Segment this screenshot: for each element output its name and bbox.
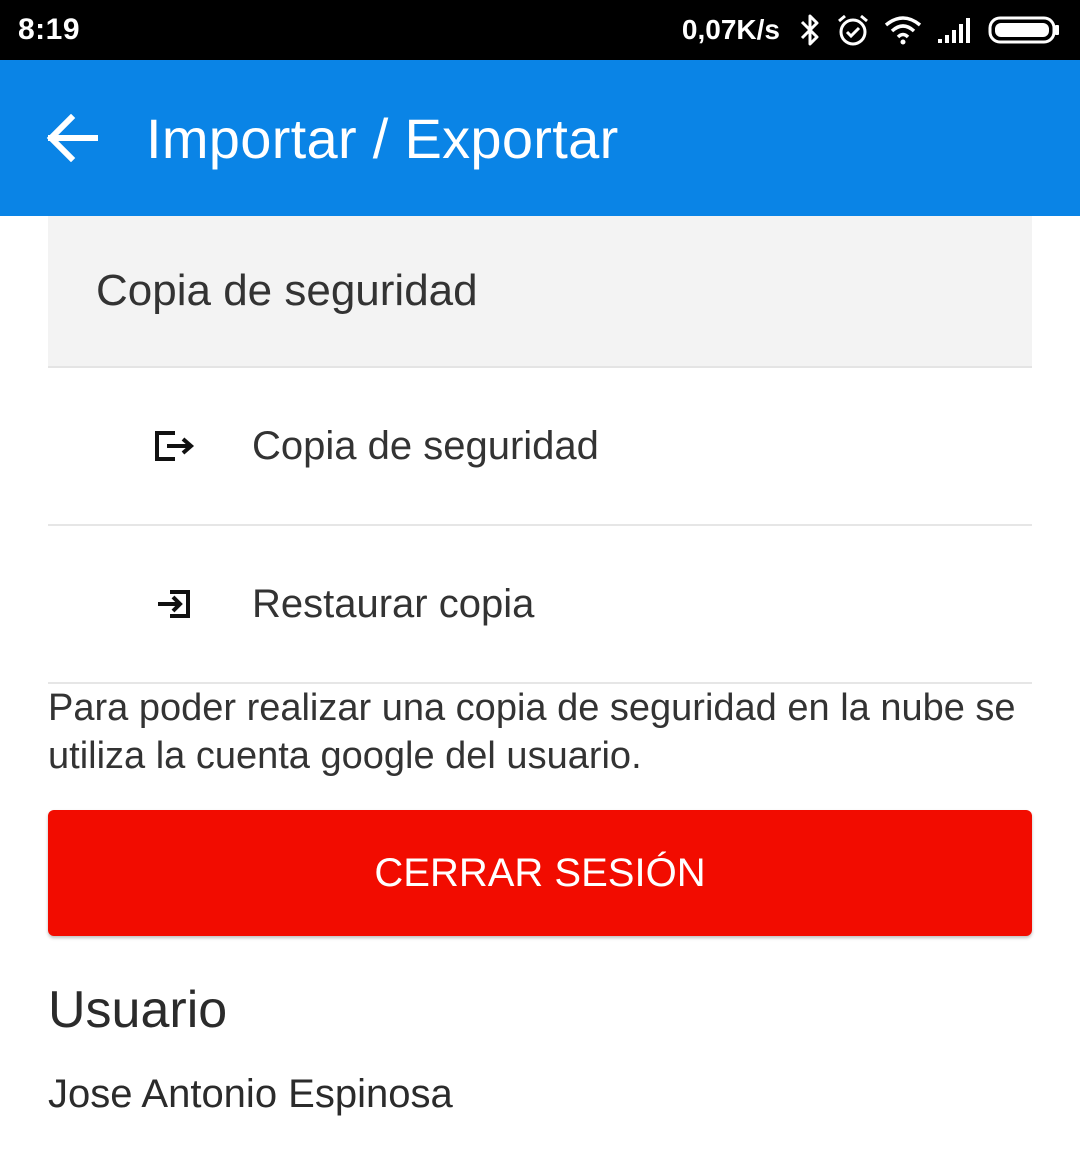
status-bar: 8:19 0,07K/s [0,0,1080,60]
main-content: Copia de seguridad Copia de seguridad Re… [48,216,1032,1117]
user-heading: Usuario [48,981,228,1039]
restore-label: Restaurar copia [252,581,535,626]
arrow-left-icon [46,114,98,162]
info-text: Para poder realizar una copia de segurid… [48,687,1016,777]
app-bar: Importar / Exportar [0,60,1080,216]
list-item-backup[interactable]: Copia de seguridad [48,368,1032,526]
status-time: 8:19 [18,13,81,46]
page-title: Importar / Exportar [146,106,619,170]
alarm-icon [836,13,870,47]
signal-icon [936,15,974,45]
bluetooth-icon [798,13,822,47]
status-icons: 0,07K/s [682,13,1062,47]
export-icon [144,429,204,463]
wifi-icon [884,15,922,45]
section-header: Copia de seguridad [48,216,1032,368]
backup-label: Copia de seguridad [252,423,599,468]
logout-button[interactable]: CERRAR SESIÓN [48,810,1032,936]
import-icon [144,588,204,620]
battery-icon [988,15,1062,45]
network-speed: 0,07K/s [681,14,780,45]
user-name: Jose Antonio Espinosa [48,1072,453,1116]
back-button[interactable] [42,108,102,168]
list-item-restore[interactable]: Restaurar copia [48,526,1032,684]
